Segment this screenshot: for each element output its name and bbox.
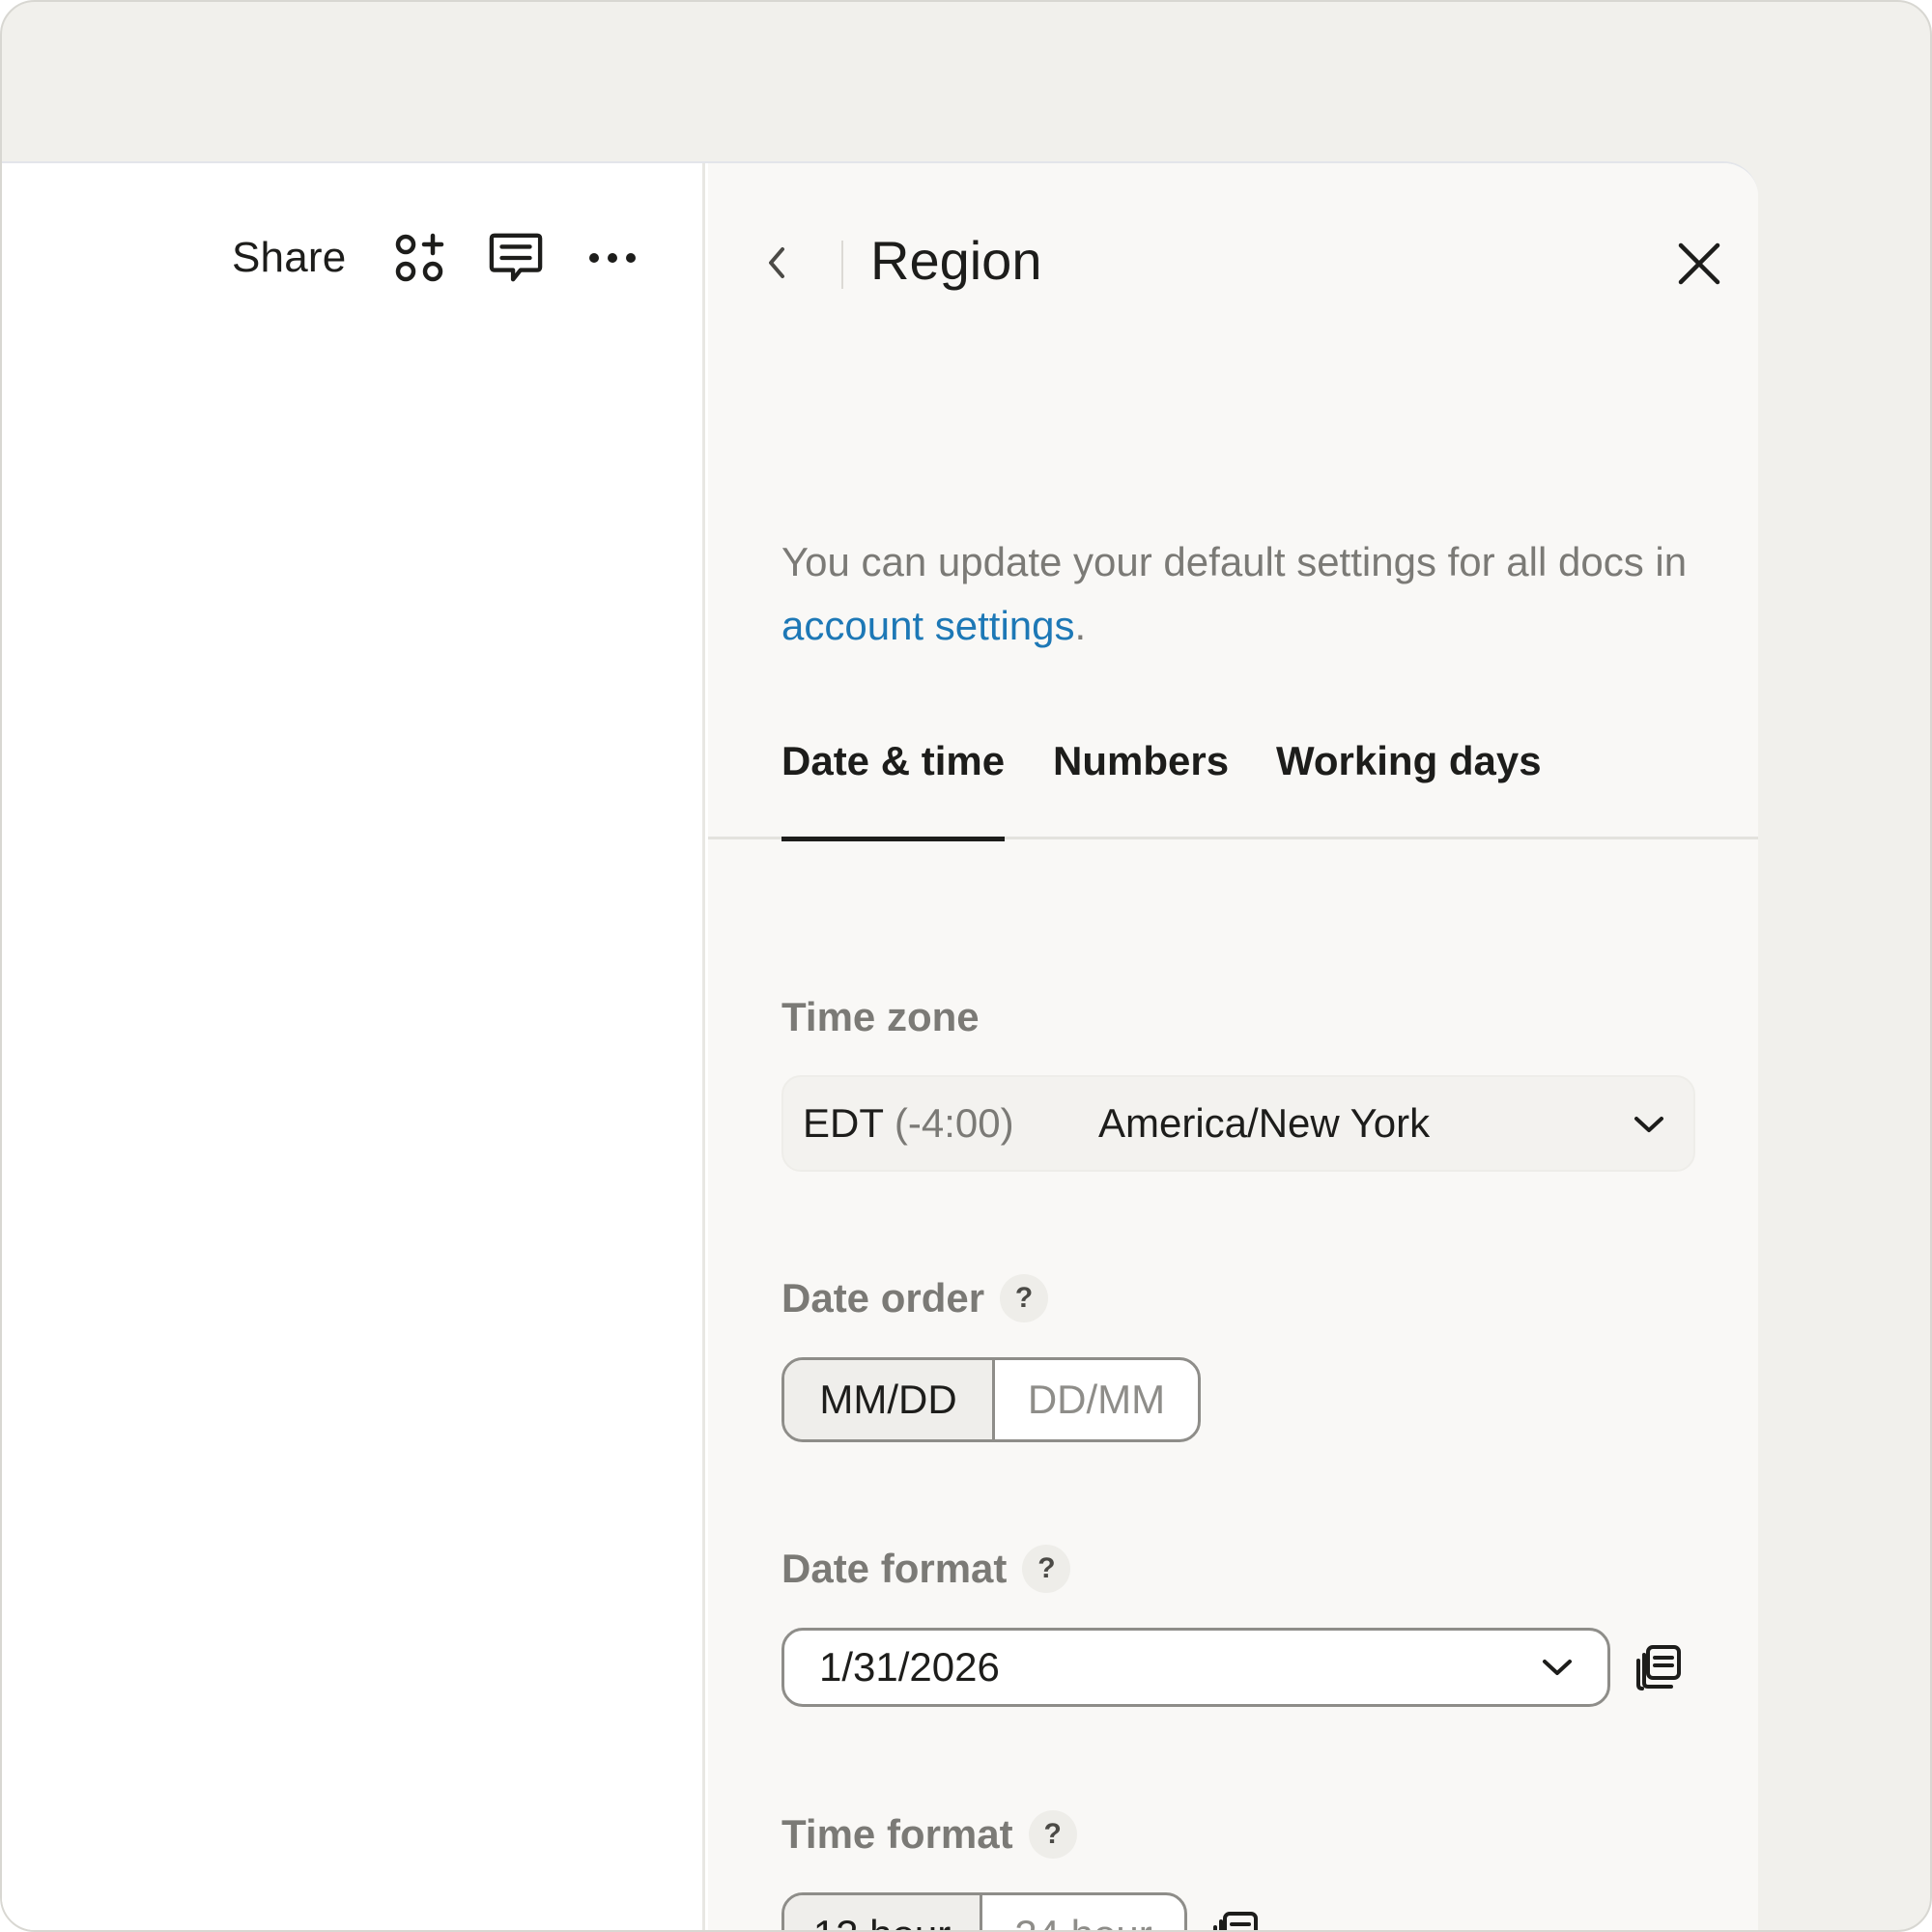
account-settings-link[interactable]: account settings	[781, 603, 1075, 648]
copy-icon[interactable]	[1634, 1642, 1684, 1692]
time-zone-name: America/New York	[1098, 1100, 1431, 1146]
time-format-24-hour[interactable]: 24 hour	[980, 1895, 1184, 1930]
copy-icon[interactable]	[1210, 1909, 1261, 1930]
date-order-label-text: Date order	[781, 1275, 985, 1321]
tab-numbers[interactable]: Numbers	[1053, 738, 1229, 837]
time-format-toggle: 12 hour 24 hour	[781, 1892, 1187, 1930]
region-panel: Region You can update your default setti…	[708, 163, 1758, 1930]
intro-text-body: You can update your default settings for…	[781, 539, 1688, 584]
document-area: Share	[2, 163, 705, 1930]
comment-icon[interactable]	[489, 231, 543, 285]
back-icon[interactable]	[753, 239, 801, 287]
intro-text-end: .	[1074, 603, 1087, 648]
close-icon[interactable]	[1672, 237, 1726, 291]
time-zone-label-text: Time zone	[781, 994, 980, 1039]
header-divider	[841, 241, 843, 289]
time-format-label: Time format ?	[781, 1810, 1077, 1859]
chevron-down-icon	[1630, 1105, 1668, 1144]
date-format-label-text: Date format	[781, 1546, 1008, 1591]
tab-bar: Date & time Numbers Working days	[708, 724, 1758, 841]
time-zone-select[interactable]: EDT (-4:00) America/New York	[781, 1075, 1695, 1172]
apps-add-icon[interactable]	[392, 231, 446, 285]
date-format-label: Date format ?	[781, 1545, 1071, 1593]
tab-working-days[interactable]: Working days	[1276, 738, 1542, 837]
more-icon[interactable]	[585, 231, 639, 285]
date-format-help-icon[interactable]: ?	[1022, 1545, 1071, 1593]
date-order-ddmm[interactable]: DD/MM	[992, 1360, 1198, 1439]
share-button[interactable]: Share	[232, 234, 346, 282]
app-frame: Share Region You can update your default…	[0, 0, 1932, 1932]
time-zone-abbr-text: EDT	[803, 1100, 884, 1146]
date-format-value: 1/31/2026	[819, 1644, 1000, 1690]
time-format-label-text: Time format	[781, 1811, 1013, 1857]
date-order-help-icon[interactable]: ?	[1000, 1274, 1049, 1322]
date-order-mmdd[interactable]: MM/DD	[784, 1360, 992, 1439]
date-order-label: Date order ?	[781, 1274, 1049, 1322]
time-zone-offset: (-4:00)	[894, 1100, 1014, 1146]
panel-title: Region	[870, 230, 1042, 291]
app-window: Share Region You can update your default…	[2, 161, 1758, 1930]
time-format-12-hour[interactable]: 12 hour	[784, 1895, 980, 1930]
panel-header: Region	[708, 212, 1758, 318]
doc-toolbar: Share	[232, 221, 682, 295]
date-format-select[interactable]: 1/31/2026	[781, 1628, 1610, 1707]
time-zone-label: Time zone	[781, 994, 980, 1040]
time-zone-abbr: EDT (-4:00)	[803, 1100, 1014, 1147]
chevron-down-icon	[1538, 1648, 1577, 1687]
tab-date-time[interactable]: Date & time	[781, 738, 1006, 841]
intro-text: You can update your default settings for…	[781, 530, 1709, 658]
date-order-toggle: MM/DD DD/MM	[781, 1357, 1201, 1442]
time-format-help-icon[interactable]: ?	[1028, 1810, 1077, 1859]
